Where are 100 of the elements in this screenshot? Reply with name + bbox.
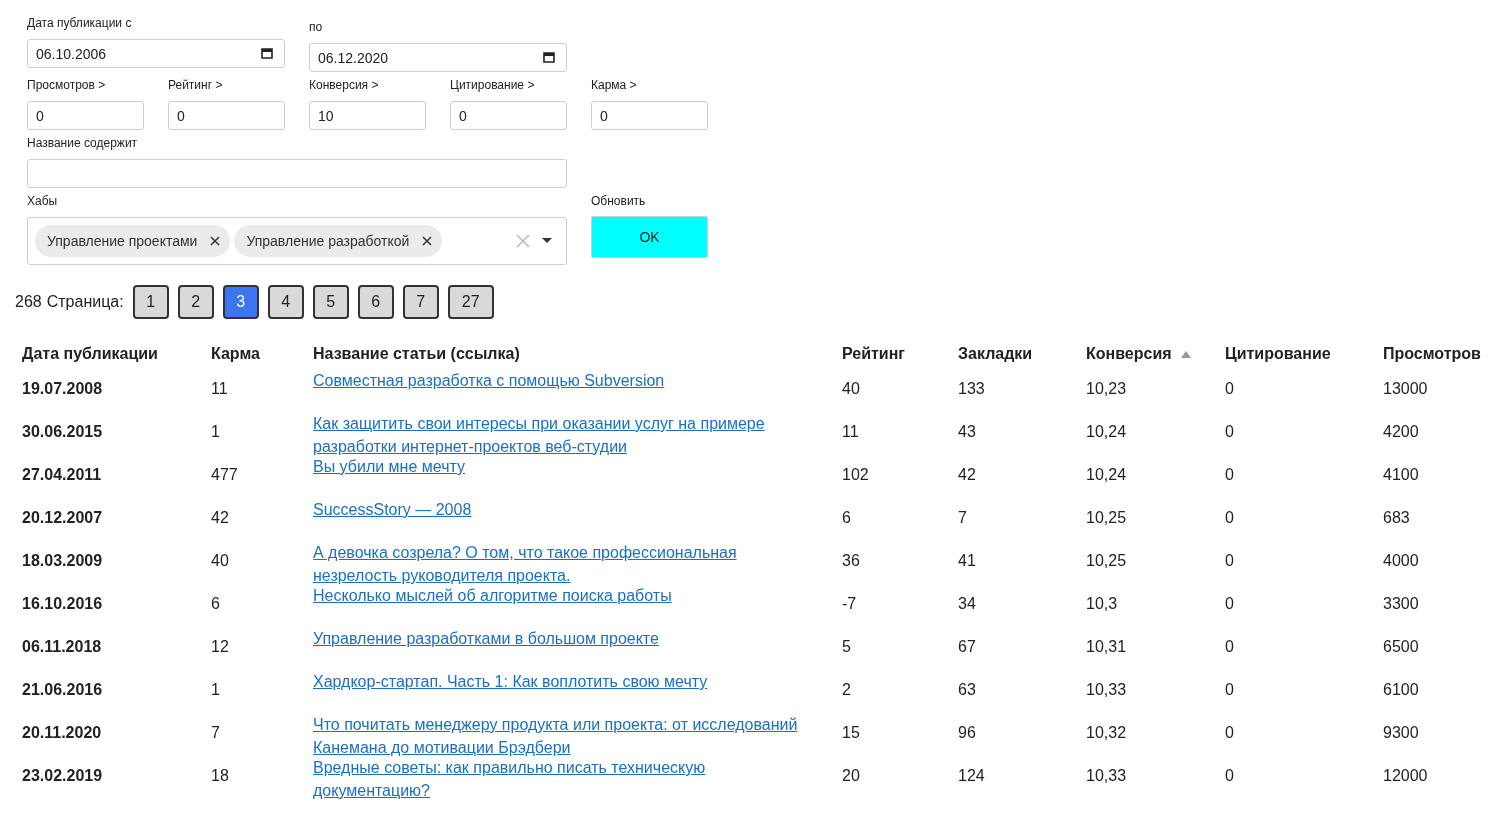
- date-cell: 21.06.2016: [22, 681, 103, 698]
- number-field[interactable]: 0: [168, 101, 285, 130]
- article-link[interactable]: А девочка созрела? О том, что такое профессиональная незрелость руководителя проекта.: [313, 541, 803, 587]
- table-cell: 42: [211, 509, 229, 526]
- date-cell: 16.10.2016: [22, 595, 103, 612]
- column-header[interactable]: Название статьи (ссылка): [313, 345, 842, 363]
- table-cell: 11: [211, 380, 228, 397]
- table-cell: 1: [211, 681, 220, 698]
- page-button[interactable]: 1: [132, 285, 169, 319]
- number-field[interactable]: 0: [591, 101, 708, 130]
- table-cell: 6: [211, 595, 220, 612]
- table-cell: 67: [958, 638, 976, 655]
- article-link[interactable]: Несколько мыслей об алгоритме поиска работы: [313, 584, 672, 607]
- close-icon[interactable]: [210, 236, 221, 246]
- date-field[interactable]: 06.12.2020: [309, 43, 567, 72]
- field-label: Карма >: [591, 78, 638, 92]
- date-cell: 30.06.2015: [22, 423, 103, 440]
- table-cell: 10,3: [1086, 595, 1118, 612]
- chip-label: Управление разработкой: [246, 233, 410, 249]
- table-cell: 10,25: [1086, 509, 1127, 526]
- page-button[interactable]: 27: [447, 285, 494, 319]
- article-link[interactable]: Совместная разработка с помощью Subversion: [313, 369, 665, 392]
- table-cell: 10,24: [1086, 423, 1127, 440]
- table-cell: 0: [1225, 724, 1234, 741]
- page-button[interactable]: 4: [267, 285, 304, 319]
- field-label: Название содержит: [27, 136, 139, 150]
- field-label: Хабы: [27, 194, 59, 208]
- ok-button[interactable]: OK: [591, 216, 708, 258]
- table-cell: 13000: [1383, 380, 1428, 397]
- table-cell: 10,32: [1086, 724, 1127, 741]
- number-field[interactable]: 10: [309, 101, 426, 130]
- table-cell: 0: [1225, 552, 1234, 569]
- table-cell: 10,33: [1086, 767, 1127, 784]
- calendar-icon: [261, 47, 273, 59]
- table-cell: 7: [958, 509, 967, 526]
- table-cell: 2: [842, 681, 851, 698]
- article-link[interactable]: Вы убили мне мечту: [313, 455, 465, 478]
- input-field[interactable]: [27, 159, 567, 188]
- table-cell: 11: [842, 423, 859, 440]
- table-cell: 1: [211, 423, 220, 440]
- number-field[interactable]: 0: [27, 101, 144, 130]
- date-field[interactable]: 06.10.2006: [27, 39, 285, 68]
- chip-label: Управление проектами: [47, 233, 198, 249]
- field-label: Цитирование >: [450, 78, 536, 92]
- table-cell: 20: [842, 767, 860, 784]
- table-cell: 124: [958, 767, 985, 784]
- column-header[interactable]: Цитирование: [1225, 345, 1383, 363]
- result-count: 268: [15, 293, 42, 311]
- table-cell: 5: [842, 638, 851, 655]
- page-button[interactable]: 7: [402, 285, 439, 319]
- caret-icon[interactable]: [542, 238, 552, 244]
- table-cell: -7: [842, 595, 857, 612]
- hubs-select[interactable]: Управление проектами Управление разработкой: [27, 217, 567, 265]
- table-cell: 7: [211, 724, 220, 741]
- table-cell: 63: [958, 681, 976, 698]
- table-cell: 40: [842, 380, 860, 397]
- article-link[interactable]: Хардкор-стартап. Часть 1: Как воплотить свою мечту: [313, 670, 708, 693]
- table-cell: 477: [211, 466, 238, 483]
- page-button[interactable]: 2: [177, 285, 214, 319]
- table-cell: 0: [1225, 767, 1234, 784]
- date-cell: 23.02.2019: [22, 767, 103, 784]
- table-cell: 0: [1225, 466, 1234, 483]
- field-label: Просмотров >: [27, 78, 107, 92]
- table-cell: 4100: [1383, 466, 1419, 483]
- table-cell: 6100: [1383, 681, 1419, 698]
- table-cell: 12: [211, 638, 229, 655]
- calendar-icon: [543, 51, 555, 63]
- page-button[interactable]: 3: [222, 285, 259, 319]
- page-button[interactable]: 6: [357, 285, 394, 319]
- date-cell: 19.07.2008: [22, 380, 103, 397]
- table-cell: 10,31: [1086, 638, 1127, 655]
- date-cell: 18.03.2009: [22, 552, 103, 569]
- column-header[interactable]: Конверсия: [1086, 345, 1225, 363]
- article-link[interactable]: Управление разработками в большом проекте: [313, 627, 659, 650]
- column-header[interactable]: Закладки: [958, 345, 1086, 363]
- column-header[interactable]: Просмотров: [1383, 345, 1506, 363]
- column-header[interactable]: Дата публикации: [22, 345, 211, 363]
- field-label: Дата публикации с: [27, 16, 133, 30]
- table-cell: 6500: [1383, 638, 1419, 655]
- close-icon[interactable]: [422, 236, 433, 246]
- table-cell: 34: [958, 595, 976, 612]
- article-link[interactable]: SuccessStory — 2008: [313, 498, 472, 521]
- table-cell: 9300: [1383, 724, 1419, 741]
- article-link[interactable]: Как защитить свои интересы при оказании услуг на примере разработки интернет-проектов веб-студии: [313, 412, 803, 458]
- date-cell: 20.12.2007: [22, 509, 103, 526]
- table-cell: 4000: [1383, 552, 1419, 569]
- number-field[interactable]: 0: [450, 101, 567, 130]
- page-button[interactable]: 5: [312, 285, 349, 319]
- table-cell: 36: [842, 552, 860, 569]
- table-cell: 6: [842, 509, 851, 526]
- article-link[interactable]: Вредные советы: как правильно писать техническую документацию?: [313, 756, 803, 802]
- column-header[interactable]: Карма: [211, 345, 313, 363]
- article-link[interactable]: Что почитать менеджеру продукта или проекта: от исследований Канемана до мотивации Брэдбери: [313, 713, 803, 759]
- table-cell: 0: [1225, 681, 1234, 698]
- table-cell: 133: [958, 380, 985, 397]
- field-label: Обновить: [591, 194, 647, 208]
- table-cell: 0: [1225, 638, 1234, 655]
- table-cell: 10,24: [1086, 466, 1127, 483]
- column-header[interactable]: Рейтинг: [842, 345, 958, 363]
- field-label: Рейтинг >: [168, 78, 224, 92]
